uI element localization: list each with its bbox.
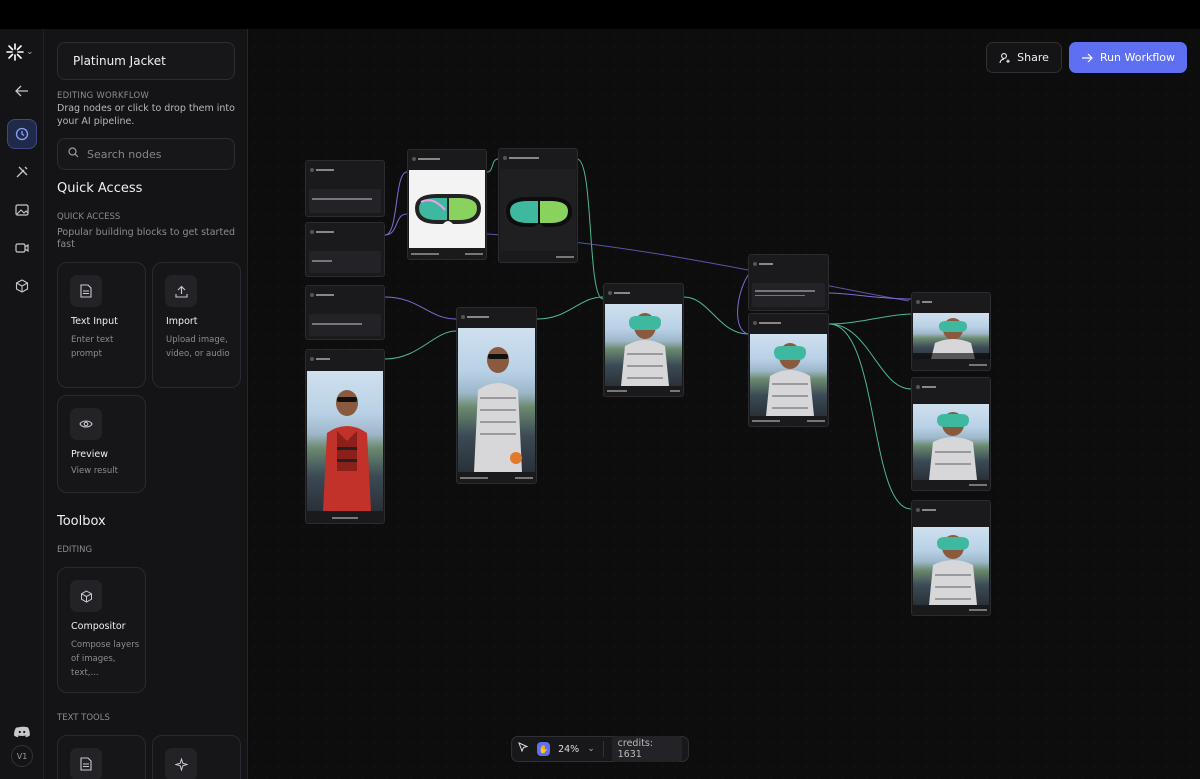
workflow-canvas[interactable]: Share Run Workflow ✋ 24% ⌄ credits: 1631 <box>249 29 1200 779</box>
node-card-description: View result <box>71 466 118 476</box>
workflow-node-video-output[interactable] <box>911 292 991 371</box>
composited-photo <box>605 304 682 386</box>
node-card-ai-tool[interactable] <box>152 735 241 779</box>
search-input[interactable] <box>87 147 227 161</box>
node-card-text-tool[interactable] <box>57 735 146 779</box>
sparkle-icon <box>165 748 197 779</box>
back-arrow-icon[interactable] <box>7 76 37 106</box>
canvas-toolbar: ✋ 24% ⌄ credits: 1631 <box>511 736 689 762</box>
node-card-description: Upload image, video, or audio <box>166 335 230 359</box>
workflow-node-nano-banana-pro[interactable] <box>407 149 487 260</box>
node-card-compositor[interactable]: Compositor Compose layers of images, tex… <box>57 567 146 693</box>
quick-access-heading: Quick Access <box>57 181 143 196</box>
zoom-level: 24% <box>558 743 580 755</box>
node-card-import[interactable]: Import Upload image, video, or audio <box>152 262 241 388</box>
credits-badge: credits: 1631 <box>611 736 682 762</box>
document-icon <box>70 275 102 307</box>
workflow-node-nano-banana-pro[interactable] <box>456 307 537 484</box>
logo-icon <box>6 43 24 61</box>
hand-tool-icon[interactable]: ✋ <box>537 742 551 756</box>
search-box <box>57 138 235 170</box>
chevron-down-icon: ⌄ <box>26 47 34 57</box>
node-card-title: Preview <box>71 449 108 460</box>
node-card-text-input[interactable]: Text Input Enter text prompt <box>57 262 146 388</box>
upscaled-photo <box>913 404 989 480</box>
workflow-node-upscale[interactable] <box>911 377 991 491</box>
history-icon[interactable] <box>7 119 37 149</box>
image-icon[interactable] <box>7 195 37 225</box>
cube-icon <box>70 580 102 612</box>
video-preview <box>913 313 990 359</box>
text-tools-caption: TEXT TOOLS <box>57 713 110 723</box>
quick-access-description: Popular building blocks to get started f… <box>57 227 236 250</box>
workflow-node-text-input[interactable] <box>305 222 385 277</box>
node-card-title: Text Input <box>71 316 118 327</box>
chevron-down-icon[interactable]: ⌄ <box>587 744 595 754</box>
node-card-description: Compose layers of images, text,... <box>71 640 140 678</box>
search-icon <box>68 147 79 161</box>
workflow-node-background-removal[interactable] <box>498 148 578 263</box>
quick-access-caption: QUICK ACCESS <box>57 212 121 222</box>
top-bar <box>0 0 1200 29</box>
node-connections <box>384 158 912 510</box>
workflow-node-text-input[interactable] <box>748 254 829 311</box>
enhanced-photo <box>913 527 989 605</box>
upload-icon <box>165 275 197 307</box>
box-icon[interactable] <box>7 271 37 301</box>
video-icon[interactable] <box>7 233 37 263</box>
node-card-title: Import <box>166 316 198 327</box>
person-vest-photo <box>458 328 535 472</box>
workflow-node-import[interactable] <box>305 349 385 524</box>
discord-icon[interactable] <box>7 717 37 747</box>
workflow-name-field[interactable]: Platinum Jacket <box>57 42 235 80</box>
toolbox-heading: Toolbox <box>57 514 106 529</box>
workflow-node-compositor[interactable] <box>603 283 684 397</box>
workflow-node-enhance[interactable] <box>911 500 991 616</box>
node-card-preview[interactable]: Preview View result <box>57 395 146 493</box>
goggles-cutout-photo <box>500 169 576 251</box>
editing-workflow-label: EDITING WORKFLOW <box>57 91 149 101</box>
toolbar-divider <box>602 741 604 757</box>
document-icon <box>70 748 102 779</box>
editing-caption: EDITING <box>57 545 93 555</box>
workflow-node-text-input[interactable] <box>305 285 385 340</box>
person-photo <box>307 371 383 511</box>
tools-icon[interactable] <box>7 157 37 187</box>
node-library-panel: Platinum Jacket EDITING WORKFLOW Drag no… <box>44 29 248 779</box>
node-card-description: Enter text prompt <box>71 335 114 359</box>
workflow-node-nano-banana-pro[interactable] <box>748 313 829 427</box>
node-card-title: Compositor <box>71 621 126 632</box>
icon-rail: ⌄ V1 <box>0 29 44 779</box>
goggles-photo <box>409 170 485 248</box>
pointer-icon[interactable] <box>518 742 529 756</box>
workflow-node-text-input[interactable] <box>305 160 385 217</box>
editing-workflow-description: Drag nodes or click to drop them into yo… <box>57 103 235 127</box>
version-badge: V1 <box>11 745 33 767</box>
app-logo[interactable]: ⌄ <box>6 41 40 63</box>
eye-icon <box>70 408 102 440</box>
edited-photo <box>750 334 827 416</box>
